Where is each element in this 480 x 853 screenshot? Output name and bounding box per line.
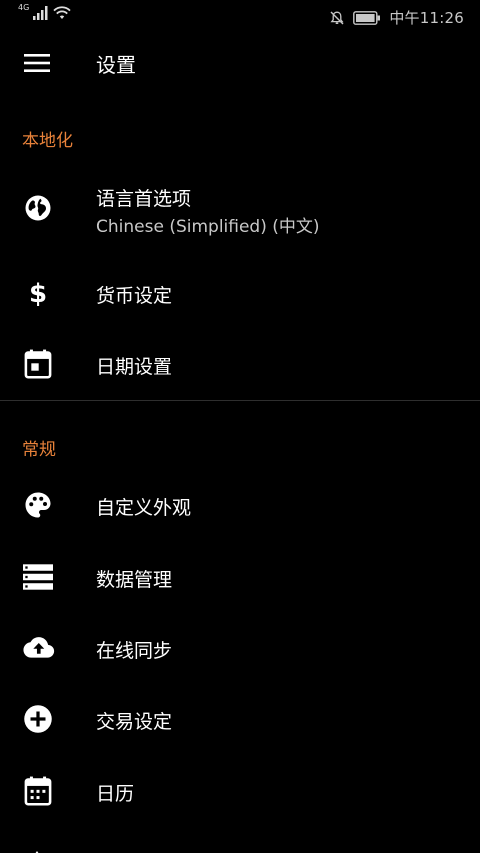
setting-item-data-management[interactable]: 数据管理 (0, 548, 480, 608)
section-divider (0, 400, 480, 401)
calendar-day-icon (20, 346, 56, 382)
setting-item-label: 数据管理 (96, 569, 173, 591)
setting-item-calendar[interactable]: 日历 (0, 762, 480, 822)
wifi-icon (53, 6, 71, 19)
setting-item-label: 货币设定 (96, 285, 173, 307)
setting-item-label: 日期设置 (96, 356, 173, 378)
section-header-localization: 本地化 (22, 131, 73, 151)
setting-item-date[interactable]: 日期设置 (0, 335, 480, 395)
menu-button[interactable] (18, 46, 56, 80)
page-title: 设置 (96, 53, 136, 77)
setting-item-label: 在线同步 (96, 640, 173, 662)
setting-item-language[interactable]: 语言首选项 Chinese (Simplified) (中文) (0, 176, 480, 240)
network-type: 4G (18, 3, 30, 12)
setting-item-subtitle: Chinese (Simplified) (中文) (96, 217, 320, 237)
storage-icon (20, 559, 56, 595)
setting-item-label: 日历 (96, 783, 135, 805)
setting-item-label: 语言首选项 (96, 188, 192, 210)
signal-icon (33, 6, 48, 20)
globe-icon (20, 190, 56, 226)
notifications-off-icon (330, 11, 344, 24)
partial-item-icon (28, 846, 46, 853)
toolbar: 设置 (0, 33, 480, 93)
status-bar: 4G 中午11:26 (0, 0, 480, 33)
setting-item-transactions[interactable]: 交易设定 (0, 690, 480, 750)
setting-item-appearance[interactable]: 自定义外观 (0, 476, 480, 536)
status-bar-right: 中午11:26 (329, 7, 464, 28)
palette-icon (20, 487, 56, 523)
setting-item-partial[interactable] (0, 840, 480, 853)
setting-item-online-sync[interactable]: 在线同步 (0, 619, 480, 679)
section-header-general: 常规 (22, 440, 56, 460)
add-circle-icon (20, 701, 56, 737)
status-bar-left: 4G (18, 3, 71, 20)
hamburger-menu-icon (24, 54, 50, 72)
cloud-upload-icon (20, 630, 56, 666)
dollar-icon: $ (20, 275, 56, 311)
setting-item-label: 自定义外观 (96, 497, 192, 519)
svg-text:$: $ (29, 279, 47, 308)
setting-item-currency[interactable]: $ 货币设定 (0, 264, 480, 324)
battery-icon (353, 10, 381, 25)
setting-item-label: 交易设定 (96, 711, 173, 733)
clock: 中午11:26 (389, 9, 464, 27)
calendar-icon (20, 773, 56, 809)
